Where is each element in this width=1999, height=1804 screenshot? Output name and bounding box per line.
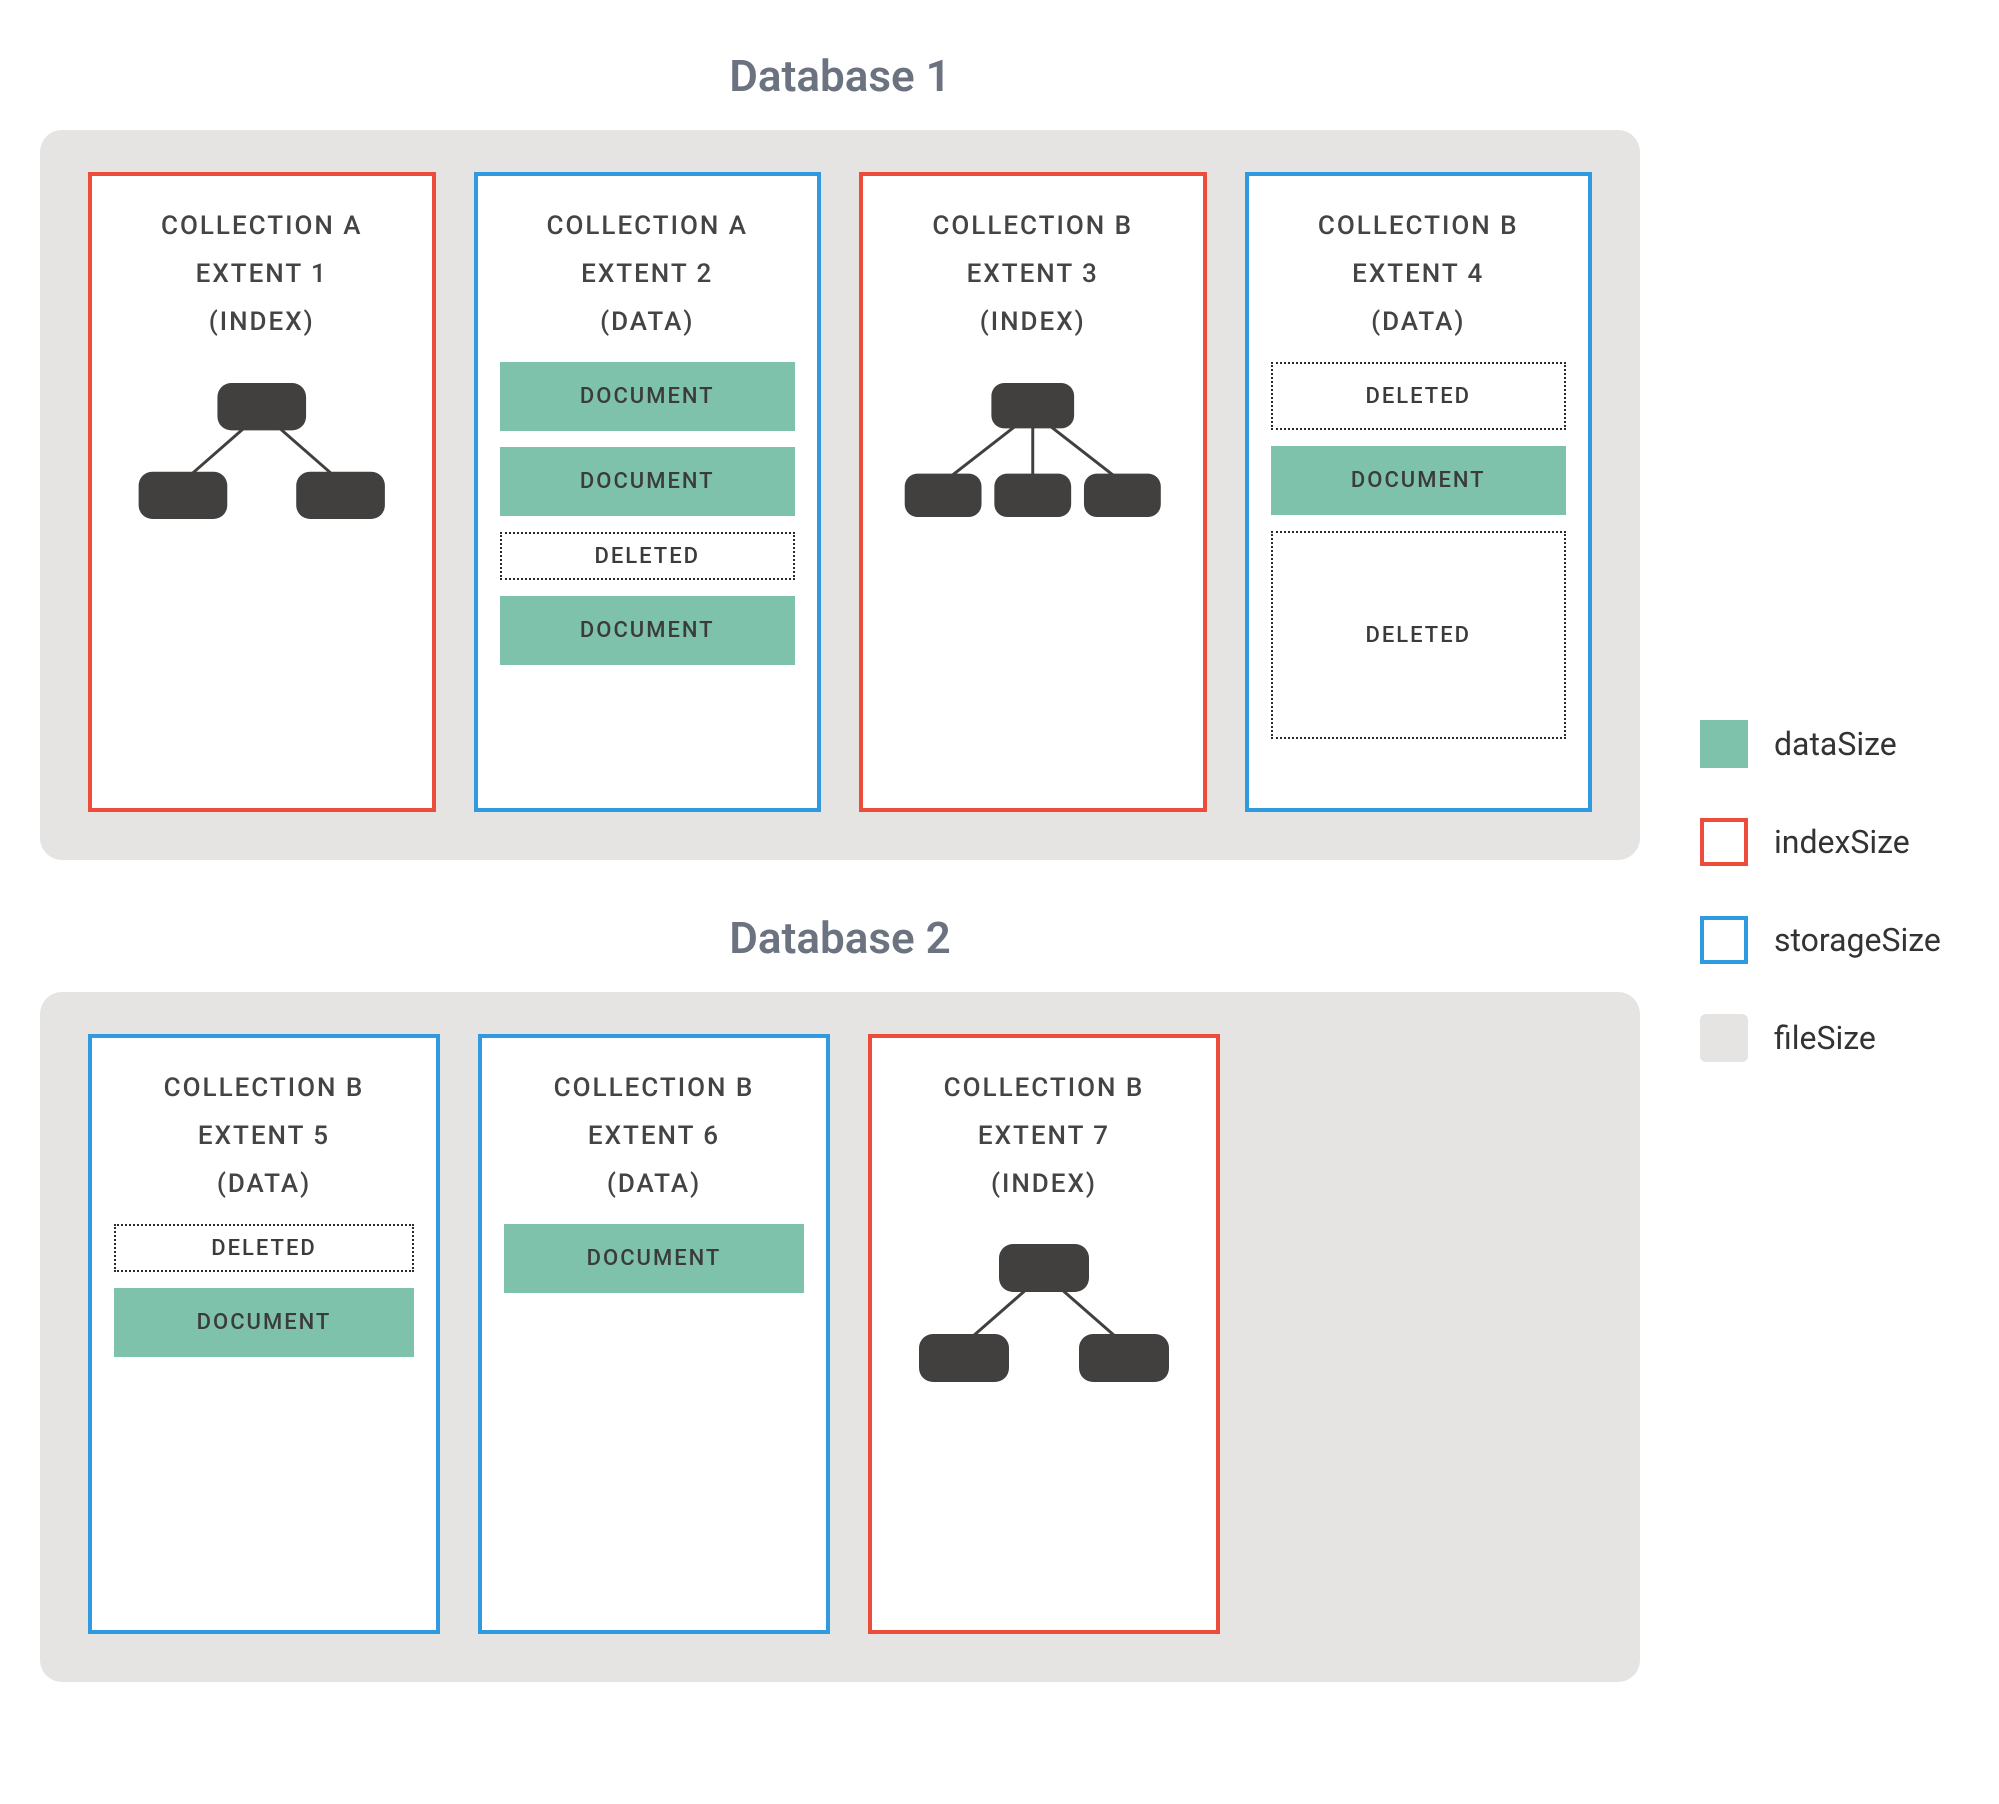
legend: dataSize indexSize storageSize fileSize bbox=[1700, 720, 1941, 1062]
database-box: COLLECTION A EXTENT 1 (INDEX) bbox=[40, 130, 1640, 860]
extent-header: COLLECTION A EXTENT 1 (INDEX) bbox=[114, 202, 410, 346]
extent-box: COLLECTION B EXTENT 7 (INDEX) bbox=[868, 1034, 1220, 1634]
legend-label: indexSize bbox=[1774, 823, 1910, 861]
extent-type-label: (INDEX) bbox=[885, 298, 1181, 346]
deleted-block: DELETED bbox=[1271, 362, 1567, 430]
database-title: Database 1 bbox=[40, 50, 1640, 102]
document-block: DOCUMENT bbox=[500, 596, 796, 665]
legend-label: storageSize bbox=[1774, 921, 1941, 959]
extent-box: COLLECTION B EXTENT 6 (DATA) DOCUMENT bbox=[478, 1034, 830, 1634]
legend-item-datasize: dataSize bbox=[1700, 720, 1941, 768]
document-block: DOCUMENT bbox=[500, 362, 796, 431]
extent-type-label: (DATA) bbox=[504, 1160, 804, 1208]
document-block: DOCUMENT bbox=[500, 447, 796, 516]
extent-box: COLLECTION A EXTENT 2 (DATA) DOCUMENT DO… bbox=[474, 172, 822, 812]
swatch-storagesize bbox=[1700, 916, 1748, 964]
extent-number-label: EXTENT 5 bbox=[114, 1112, 414, 1160]
deleted-block: DELETED bbox=[500, 532, 796, 580]
document-block: DOCUMENT bbox=[1271, 446, 1567, 515]
databases-column: Database 1 COLLECTION A EXTENT 1 (INDEX) bbox=[40, 40, 1640, 1682]
extent-header: COLLECTION B EXTENT 3 (INDEX) bbox=[885, 202, 1181, 346]
index-tree-icon bbox=[885, 362, 1181, 542]
extent-type-label: (INDEX) bbox=[894, 1160, 1194, 1208]
extent-type-label: (DATA) bbox=[1271, 298, 1567, 346]
database-title: Database 2 bbox=[40, 912, 1640, 964]
extent-body bbox=[114, 362, 410, 788]
extent-number-label: EXTENT 6 bbox=[504, 1112, 804, 1160]
extent-header: COLLECTION A EXTENT 2 (DATA) bbox=[500, 202, 796, 346]
legend-item-indexsize: indexSize bbox=[1700, 818, 1941, 866]
extent-header: COLLECTION B EXTENT 4 (DATA) bbox=[1271, 202, 1567, 346]
extent-collection-label: COLLECTION A bbox=[114, 202, 410, 250]
extent-collection-label: COLLECTION B bbox=[1271, 202, 1567, 250]
extent-type-label: (DATA) bbox=[500, 298, 796, 346]
extent-number-label: EXTENT 3 bbox=[885, 250, 1181, 298]
extent-number-label: EXTENT 7 bbox=[894, 1112, 1194, 1160]
extent-body bbox=[885, 362, 1181, 788]
extent-collection-label: COLLECTION B bbox=[885, 202, 1181, 250]
extent-number-label: EXTENT 4 bbox=[1271, 250, 1567, 298]
deleted-block: DELETED bbox=[1271, 531, 1567, 739]
extent-body: DELETED DOCUMENT DELETED bbox=[1271, 362, 1567, 788]
swatch-filesize bbox=[1700, 1014, 1748, 1062]
extent-type-label: (DATA) bbox=[114, 1160, 414, 1208]
extent-box: COLLECTION B EXTENT 3 (INDEX) bbox=[859, 172, 1207, 812]
legend-item-storagesize: storageSize bbox=[1700, 916, 1941, 964]
swatch-indexsize bbox=[1700, 818, 1748, 866]
document-block: DOCUMENT bbox=[114, 1288, 414, 1357]
diagram-root: Database 1 COLLECTION A EXTENT 1 (INDEX) bbox=[40, 40, 1959, 1682]
extent-header: COLLECTION B EXTENT 7 (INDEX) bbox=[894, 1064, 1194, 1208]
extent-collection-label: COLLECTION B bbox=[504, 1064, 804, 1112]
extent-body: DELETED DOCUMENT bbox=[114, 1224, 414, 1610]
extent-box: COLLECTION A EXTENT 1 (INDEX) bbox=[88, 172, 436, 812]
index-tree-icon bbox=[894, 1224, 1194, 1404]
document-block: DOCUMENT bbox=[504, 1224, 804, 1293]
extent-header: COLLECTION B EXTENT 6 (DATA) bbox=[504, 1064, 804, 1208]
extent-box: COLLECTION B EXTENT 5 (DATA) DELETED DOC… bbox=[88, 1034, 440, 1634]
swatch-datasize bbox=[1700, 720, 1748, 768]
extent-header: COLLECTION B EXTENT 5 (DATA) bbox=[114, 1064, 414, 1208]
extent-collection-label: COLLECTION A bbox=[500, 202, 796, 250]
extent-collection-label: COLLECTION B bbox=[114, 1064, 414, 1112]
extent-number-label: EXTENT 1 bbox=[114, 250, 410, 298]
legend-label: dataSize bbox=[1774, 725, 1897, 763]
index-tree-icon bbox=[114, 362, 410, 542]
deleted-block: DELETED bbox=[114, 1224, 414, 1272]
legend-label: fileSize bbox=[1774, 1019, 1876, 1057]
extent-body: DOCUMENT bbox=[504, 1224, 804, 1610]
extent-body bbox=[894, 1224, 1194, 1610]
database-box: COLLECTION B EXTENT 5 (DATA) DELETED DOC… bbox=[40, 992, 1640, 1682]
extent-box: COLLECTION B EXTENT 4 (DATA) DELETED DOC… bbox=[1245, 172, 1593, 812]
extent-collection-label: COLLECTION B bbox=[894, 1064, 1194, 1112]
legend-item-filesize: fileSize bbox=[1700, 1014, 1941, 1062]
extent-body: DOCUMENT DOCUMENT DELETED DOCUMENT bbox=[500, 362, 796, 788]
extent-type-label: (INDEX) bbox=[114, 298, 410, 346]
extent-number-label: EXTENT 2 bbox=[500, 250, 796, 298]
